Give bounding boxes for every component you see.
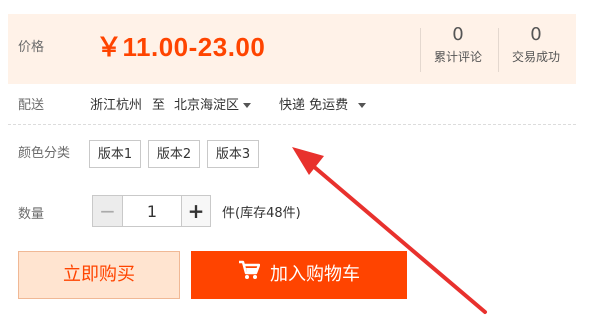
- annotation-arrow-icon: [292, 147, 487, 314]
